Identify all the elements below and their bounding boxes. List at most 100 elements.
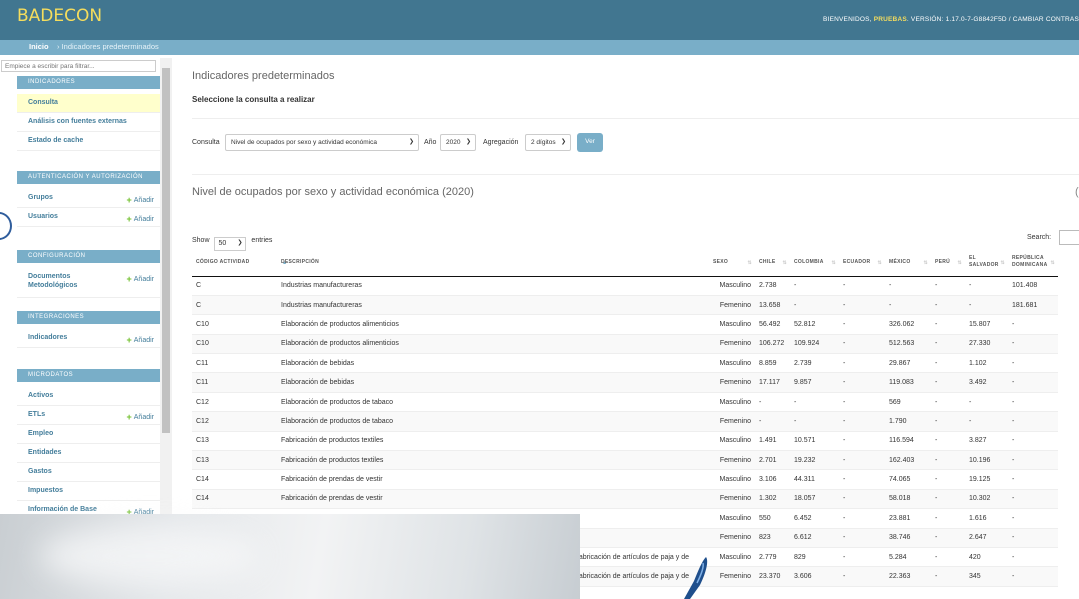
sidebar-item-label: Estado de cache — [28, 137, 84, 144]
search-label: Search: — [1027, 234, 1052, 241]
table-row: C10 Elaboración de productos alimenticios… — [192, 314, 1058, 335]
table-cell: Industrias manufactureras — [277, 295, 709, 316]
ver-button[interactable]: Ver — [577, 133, 603, 152]
column-header[interactable]: ECUADOR ⇅ — [839, 249, 885, 277]
sidebar-item[interactable]: Entidades — [17, 444, 160, 463]
table-cell: C — [192, 276, 277, 296]
sidebar-item[interactable]: Consulta — [17, 94, 160, 113]
brand-logo[interactable]: BADECON — [17, 6, 102, 26]
table-cell: - — [965, 392, 1008, 413]
table-cell: Masculino — [709, 547, 755, 568]
sidebar-scrollbar-thumb[interactable] — [162, 68, 170, 433]
column-header[interactable]: PERÚ ⇅ — [931, 249, 965, 277]
agregacion-select[interactable]: 2 dígitos ❯ — [525, 134, 571, 151]
module-header[interactable]: INDICADORES — [17, 76, 160, 89]
table-cell: Femenino — [709, 450, 755, 471]
table-cell: - — [1008, 566, 1058, 587]
search-input[interactable] — [1059, 230, 1079, 245]
table-cell: 420 — [965, 547, 1008, 568]
sidebar-item[interactable]: Estado de cache — [17, 132, 160, 151]
table-cell: - — [1008, 392, 1058, 413]
table-cell: C13 — [192, 431, 277, 452]
table-cell: 22.363 — [885, 566, 931, 587]
column-header[interactable]: REPÚBLICA DOMINICANA ⇅ — [1008, 249, 1058, 277]
sidebar-item[interactable]: ETLs + Añadir — [17, 406, 160, 425]
table-search: Search: — [1027, 230, 1079, 245]
column-header-label: CHILE — [759, 259, 776, 266]
table-cell: - — [931, 353, 965, 374]
column-header-label: EL SALVADOR — [969, 255, 999, 269]
breadcrumb-current: › Indicadores predeterminados — [57, 42, 159, 51]
add-link-label: Añadir — [133, 337, 154, 344]
table-cell: - — [839, 372, 885, 393]
sidebar-item-label: Activos — [28, 392, 54, 399]
module-header[interactable]: AUTENTICACIÓN Y AUTORIZACIÓN — [17, 171, 160, 184]
sidebar-item-label: ETLs — [28, 411, 46, 418]
table-row: C12 Elaboración de productos de tabaco Mas… — [192, 392, 1058, 413]
module-header[interactable]: INTEGRACIONES — [17, 311, 160, 324]
welcome-text: BIENVENIDOS, — [823, 16, 872, 23]
sidebar-item[interactable]: Documentos Metodológicos + Añadir — [17, 268, 160, 298]
table-cell: - — [965, 276, 1008, 296]
table-cell: 109.924 — [790, 334, 839, 355]
sidebar-item[interactable]: Indicadores + Añadir — [17, 329, 160, 348]
add-link[interactable]: + Añadir — [127, 194, 155, 205]
sidebar-item[interactable]: Información de Base + Añadir — [17, 501, 160, 514]
add-link-label: Añadir — [133, 414, 154, 421]
sidebar-item[interactable]: Grupos + Añadir — [17, 189, 160, 208]
table-cell: 512.563 — [885, 334, 931, 355]
sidebar-item[interactable]: Impuestos — [17, 482, 160, 501]
table-cell: 2.738 — [755, 276, 790, 296]
table-cell: 2.647 — [965, 528, 1008, 548]
table-cell: 17.117 — [755, 372, 790, 393]
sidebar-item[interactable]: Activos — [17, 387, 160, 406]
column-header[interactable]: DESCRIPCIÓN — [277, 249, 709, 277]
add-link[interactable]: + Añadir — [126, 411, 155, 422]
table-cell: Femenino — [709, 489, 755, 510]
column-header[interactable]: CHILE ⇅ — [755, 249, 790, 277]
add-link[interactable]: + Añadir — [127, 506, 155, 514]
sidebar-item[interactable]: Empleo — [17, 425, 160, 444]
column-header[interactable]: SEXO ⇅ — [709, 249, 755, 277]
truncated-fragment: ( — [1075, 186, 1079, 198]
table-cell: - — [839, 334, 885, 355]
table-cell: C10 — [192, 314, 277, 335]
table-cell: 10.196 — [965, 450, 1008, 471]
table-cell: 18.057 — [790, 489, 839, 510]
table-cell: 74.065 — [885, 469, 931, 490]
column-header[interactable]: MÉXICO ⇅ — [885, 249, 931, 277]
table-cell: - — [839, 314, 885, 335]
pen-icon — [684, 557, 708, 599]
sort-icon: ⇅ — [747, 260, 752, 266]
column-header[interactable]: CÓDIGO ACTIVIDAD ▲ — [192, 249, 287, 277]
breadcrumb-home-link[interactable]: Inicio — [29, 42, 49, 51]
column-header[interactable]: COLOMBIA ⇅ — [790, 249, 839, 277]
module-header[interactable]: MICRODATOS — [17, 369, 160, 382]
module-header[interactable]: CONFIGURACIÓN — [17, 250, 160, 263]
table-cell: 116.594 — [885, 431, 931, 452]
consulta-select[interactable]: Nivel de ocupados por sexo y actividad e… — [225, 134, 419, 151]
sidebar-scrollbar[interactable] — [160, 58, 172, 514]
table-cell: 1.491 — [755, 431, 790, 452]
table-cell: 1.302 — [755, 489, 790, 510]
sidebar-item[interactable]: Usuarios + Añadir — [17, 208, 160, 227]
add-link[interactable]: + Añadir — [127, 334, 155, 345]
table-cell: Masculino — [709, 431, 755, 452]
breadcrumb-current-label: Indicadores predeterminados — [61, 42, 159, 51]
sidebar-item[interactable]: Gastos — [17, 463, 160, 482]
sidebar-item[interactable]: Análisis con fuentes externas — [17, 113, 160, 132]
table-cell: 3.827 — [965, 431, 1008, 452]
version-and-links[interactable]: . VERSIÓN: 1.17.0-7-G8842F5D / CAMBIAR C… — [907, 16, 1079, 23]
table-cell: 550 — [755, 508, 790, 529]
plus-icon: + — [126, 412, 132, 422]
column-header[interactable]: EL SALVADOR ⇅ — [965, 249, 1008, 277]
add-link[interactable]: + Añadir — [127, 273, 155, 284]
sidebar-filter-input[interactable] — [1, 60, 156, 72]
table-cell: - — [931, 469, 965, 490]
table-cell: 823 — [755, 528, 790, 548]
table-cell: 162.403 — [885, 450, 931, 471]
column-header-label: MÉXICO — [889, 259, 911, 266]
anio-select[interactable]: 2020 ❯ — [440, 134, 476, 151]
add-link[interactable]: + Añadir — [127, 213, 155, 224]
divider — [192, 118, 1079, 119]
